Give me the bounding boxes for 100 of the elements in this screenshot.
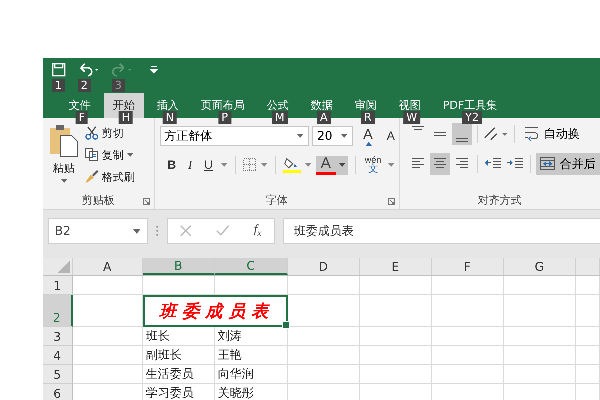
keytip: N [162,111,178,124]
table-cell [288,346,360,365]
table-cell: 班长 [143,327,215,346]
row-header[interactable]: 6 [43,384,73,400]
dropdown-arrow-icon[interactable] [220,163,228,167]
table-cell [73,295,143,327]
fill-color-icon[interactable] [282,157,301,173]
align-lines-icon [434,132,446,136]
name-box[interactable]: B2 [48,218,148,244]
column-header[interactable]: C [215,258,288,275]
dropdown-arrow-icon[interactable] [127,153,134,157]
table-cell [576,327,600,346]
dropdown-arrow-icon[interactable] [60,179,68,183]
table-cell [73,327,143,346]
keytip: 2 [78,79,91,92]
merge-cells-icon [540,156,556,172]
table-cell [288,327,360,346]
dropdown-arrow-icon[interactable] [133,228,141,234]
font-name-field[interactable]: 方正舒体 [160,126,310,146]
undo-icon[interactable] [78,63,100,77]
column-header[interactable]: E [360,258,432,275]
group-label: 剪贴板 [82,192,115,208]
formula-field[interactable]: 班委成员表 [283,218,600,244]
text-angle-icon [483,126,509,142]
align-button[interactable] [452,123,472,145]
align-button[interactable] [430,153,450,175]
table-cell: 生活委员 [143,365,215,384]
table-cell [143,276,215,295]
wrap-text-button[interactable]: 自动换 [520,123,584,145]
table-cell: 学习委员 [143,384,215,400]
row-header[interactable]: 4 [43,346,73,365]
borders-icon[interactable] [242,158,257,172]
dropdown-arrow-icon[interactable] [339,163,346,167]
table-cell [576,276,600,295]
cut-button[interactable]: 剪切 [102,126,124,140]
customize-icon[interactable] [150,66,158,74]
table-cell [73,346,143,365]
keytip: W [404,111,420,124]
merge-center-button[interactable]: 合并后 [536,153,600,175]
table-cell [432,365,504,384]
copy-button[interactable]: 复制 [102,148,124,162]
grip-icon [156,225,159,237]
dropdown-arrow-icon[interactable] [260,163,268,167]
format-painter-button[interactable]: 格式刷 [102,170,135,184]
paste-icon[interactable] [49,124,79,158]
table-cell [576,365,600,384]
paste-button[interactable]: 粘贴 [53,161,75,176]
align-lines-icon [412,126,424,130]
phonetic-guide-button[interactable]: wén 文 [363,155,384,175]
column-header[interactable]: B [143,258,215,275]
table-cell [360,295,432,327]
insert-function-button[interactable]: f$_{x}$ [254,222,262,240]
italic-button[interactable]: I [184,155,196,175]
table-cell: 王艳 [215,346,288,365]
keytip: H [118,111,134,124]
keytip: 3 [112,79,125,92]
underline-button[interactable]: U [200,155,217,175]
keytip: A [317,111,331,124]
table-cell[interactable]: 班委成员表 [143,295,288,327]
bold-button[interactable]: B [164,155,180,175]
copy-icon[interactable] [85,148,99,162]
save-icon[interactable] [52,63,66,77]
table-cell [288,276,360,295]
table-cell [73,365,143,384]
dropdown-arrow-icon[interactable] [304,163,312,167]
table-cell [288,365,360,384]
dialog-launcher-icon[interactable] [388,198,395,205]
decrease-font-button[interactable]: A [382,126,399,146]
table-cell: 副班长 [143,346,215,365]
table-cell [504,295,576,327]
keytip: M [272,111,288,124]
keytip: 1 [52,79,65,92]
row-header[interactable]: 3 [43,327,73,346]
table-cell: 刘涛 [215,327,288,346]
dropdown-arrow-icon[interactable] [297,134,304,138]
scissors-icon[interactable] [85,126,99,140]
row-header[interactable]: 1 [43,276,73,295]
dropdown-arrow-icon[interactable] [341,134,348,138]
group-label: 字体 [266,192,288,208]
table-cell [360,365,432,384]
increase-font-button[interactable]: A [356,126,380,146]
table-cell [504,346,576,365]
up-arrow-icon [366,142,372,146]
checkmark-icon[interactable] [216,225,230,237]
row-header[interactable]: 5 [43,365,73,384]
table-cell [432,327,504,346]
dropdown-arrow-icon[interactable] [388,163,395,167]
table-cell [288,295,360,327]
table-cell: 向华润 [215,365,288,384]
table-cell [576,346,600,365]
column-header[interactable]: D [288,258,360,275]
font-size-field[interactable]: 20 [312,126,354,146]
keytip: R [361,111,375,124]
paintbrush-icon[interactable] [85,170,99,184]
align-lines-icon [456,138,468,142]
column-header[interactable]: G [504,258,576,275]
dialog-launcher-icon[interactable] [142,198,150,205]
table-cell [432,346,504,365]
column-header[interactable]: F [432,258,504,275]
row-header[interactable]: 2 [43,295,73,327]
